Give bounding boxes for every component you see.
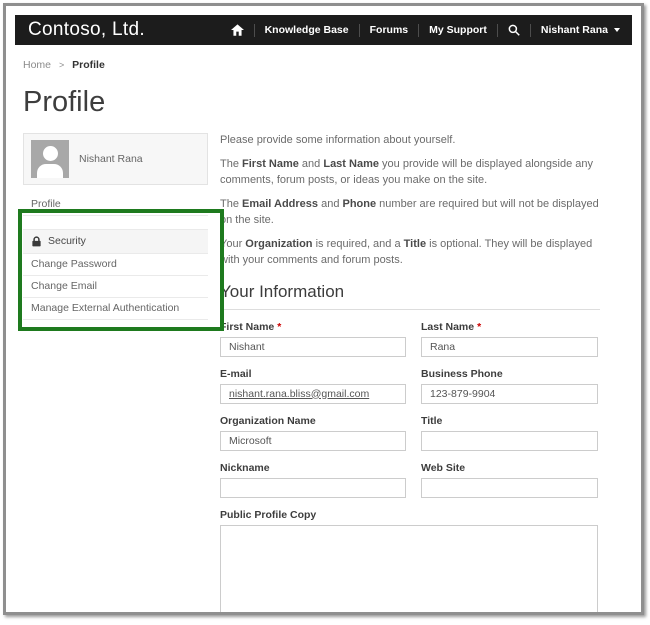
sidebar-item-security[interactable]: Security [23, 229, 208, 254]
page-title: Profile [23, 86, 632, 119]
last-name-input[interactable] [421, 337, 598, 357]
sidebar-spacer [23, 216, 208, 229]
field-email: E-mail [220, 357, 406, 404]
user-menu[interactable]: Nishant Rana [541, 24, 620, 36]
sidebar-user-name: Nishant Rana [79, 153, 143, 165]
home-icon[interactable] [231, 24, 244, 36]
sidebar-item-change-password[interactable]: Change Password [23, 254, 208, 276]
breadcrumb-current: Profile [72, 59, 105, 71]
sidebar: Nishant Rana Profile Security Change Pas… [23, 133, 208, 320]
website-input[interactable] [421, 478, 598, 498]
field-business-phone: Business Phone [421, 357, 598, 404]
field-last-name: Last Name* [421, 310, 598, 357]
intro-paragraph-4: Your Organization is required, and a Tit… [220, 237, 600, 269]
field-public-profile: Public Profile Copy [220, 498, 598, 615]
website-label: Web Site [421, 462, 598, 474]
nav-separator [418, 24, 419, 37]
nav-separator [530, 24, 531, 37]
field-website: Web Site [421, 451, 598, 498]
breadcrumb: Home > Profile [23, 59, 632, 71]
first-name-label: First Name* [220, 321, 406, 333]
sidebar-item-manage-external-auth[interactable]: Manage External Authentication [23, 298, 208, 320]
search-icon[interactable] [508, 24, 520, 36]
business-phone-label: Business Phone [421, 368, 598, 380]
intro-paragraph-1: Please provide some information about yo… [220, 133, 600, 149]
last-name-label: Last Name* [421, 321, 598, 333]
page-frame: Contoso, Ltd. Knowledge Base Forums My S… [3, 3, 644, 615]
section-title-your-information: Your Information [220, 282, 600, 310]
sidebar-item-profile[interactable]: Profile [23, 194, 208, 216]
sidebar-nav: Profile Security Change Password Change … [23, 194, 208, 320]
intro-paragraph-2: The First Name and Last Name you provide… [220, 157, 600, 189]
field-nickname: Nickname [220, 451, 406, 498]
avatar [31, 140, 69, 178]
required-marker: * [277, 321, 281, 333]
nav-separator [359, 24, 360, 37]
brand-logo[interactable]: Contoso, Ltd. [28, 19, 145, 41]
organization-input[interactable] [220, 431, 406, 451]
field-first-name: First Name* [220, 310, 406, 357]
nav-separator [497, 24, 498, 37]
user-card: Nishant Rana [23, 133, 208, 185]
sidebar-item-label: Security [48, 235, 86, 247]
email-input[interactable] [220, 384, 406, 404]
nav-link-knowledge-base[interactable]: Knowledge Base [265, 24, 349, 36]
nav-separator [254, 24, 255, 37]
nav-link-my-support[interactable]: My Support [429, 24, 487, 36]
required-marker: * [477, 321, 481, 333]
sidebar-item-change-email[interactable]: Change Email [23, 276, 208, 298]
breadcrumb-home[interactable]: Home [23, 59, 51, 71]
breadcrumb-separator: > [59, 60, 64, 70]
nav-link-forums[interactable]: Forums [370, 24, 409, 36]
field-organization: Organization Name [220, 404, 406, 451]
email-label: E-mail [220, 368, 406, 380]
title-input[interactable] [421, 431, 598, 451]
nickname-label: Nickname [220, 462, 406, 474]
user-menu-label: Nishant Rana [541, 24, 608, 36]
nickname-input[interactable] [220, 478, 406, 498]
business-phone-input[interactable] [421, 384, 598, 404]
lock-icon [31, 236, 42, 247]
top-navbar: Contoso, Ltd. Knowledge Base Forums My S… [15, 15, 632, 45]
organization-label: Organization Name [220, 415, 406, 427]
title-label: Title [421, 415, 598, 427]
intro-paragraph-3: The Email Address and Phone number are r… [220, 197, 600, 229]
public-profile-label: Public Profile Copy [220, 509, 598, 521]
main-content: Please provide some information about yo… [220, 133, 600, 615]
field-title: Title [421, 404, 598, 451]
first-name-input[interactable] [220, 337, 406, 357]
chevron-down-icon [614, 28, 620, 32]
public-profile-textarea[interactable] [220, 525, 598, 615]
